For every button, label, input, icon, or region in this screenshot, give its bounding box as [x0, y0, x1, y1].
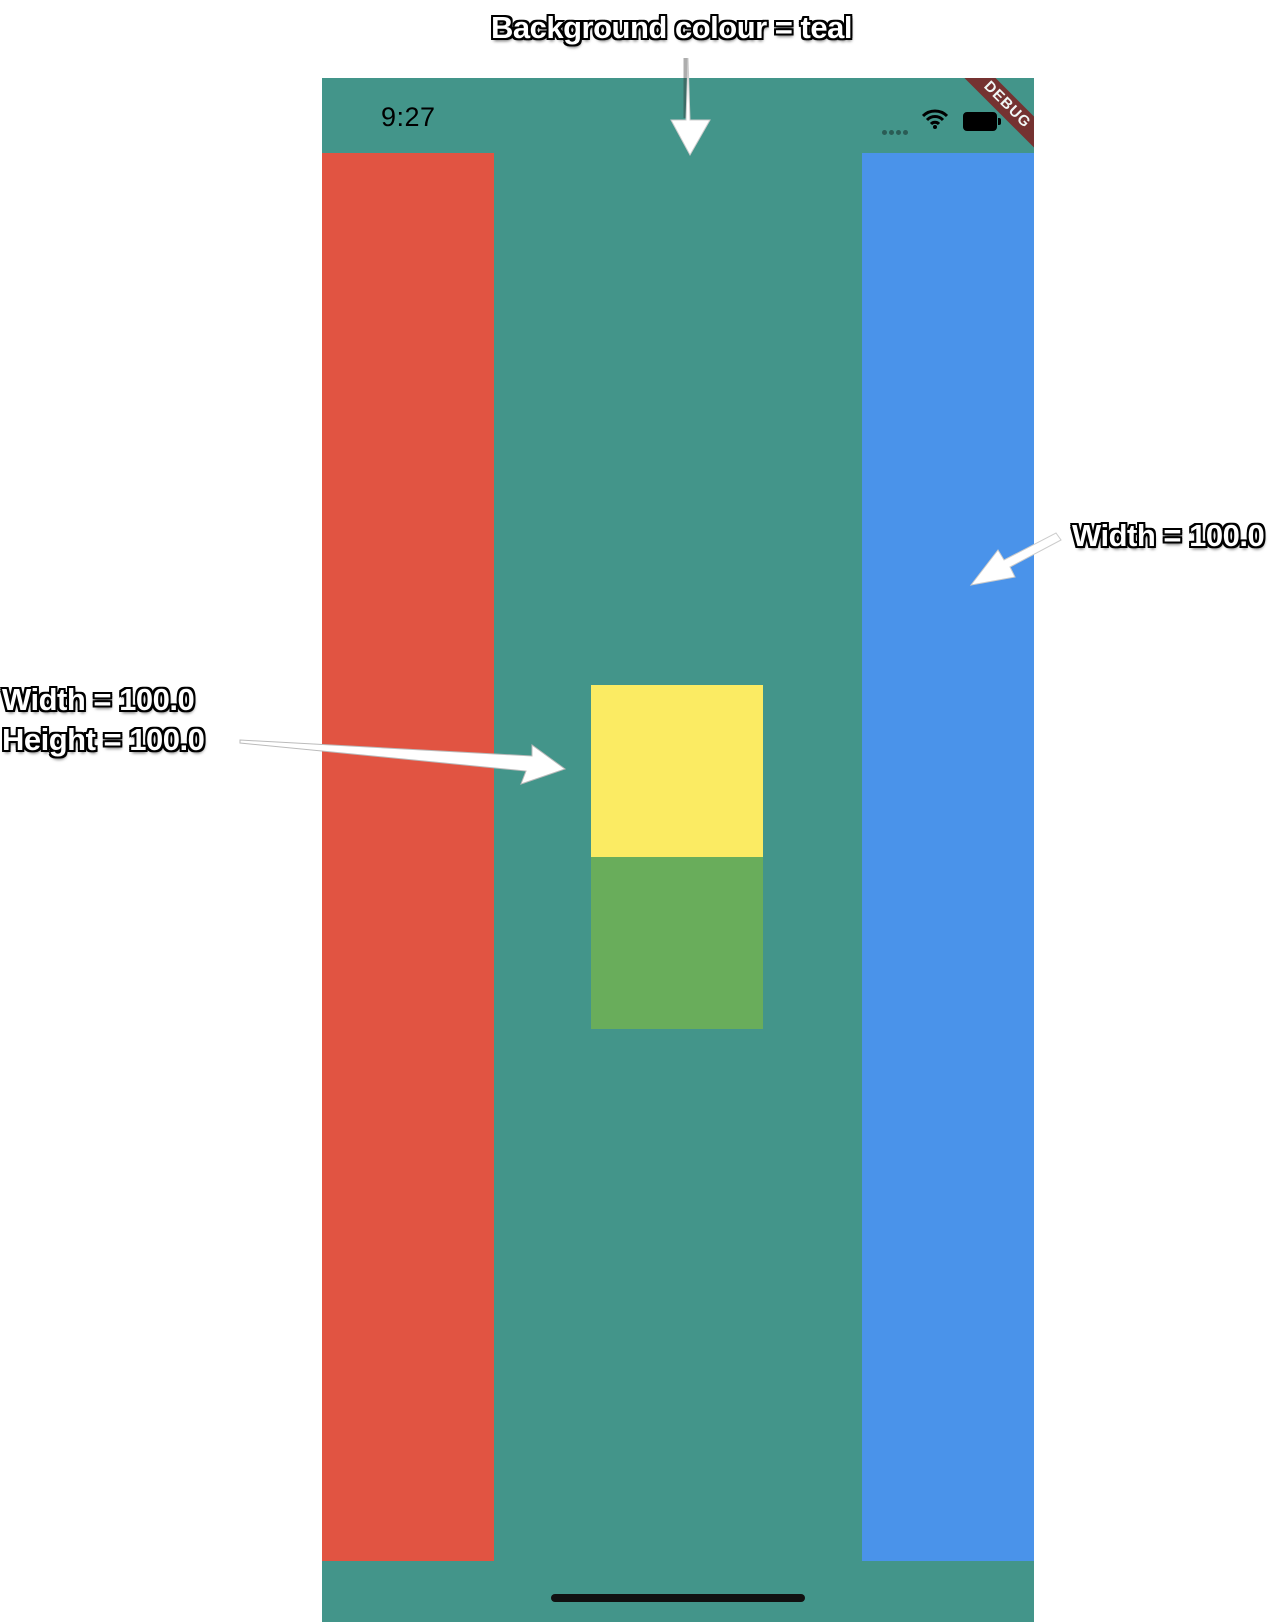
- annotation-arrows: [239, 57, 1062, 785]
- right-width-arrow: [969, 532, 1062, 586]
- background-arrow: [670, 57, 711, 157]
- left-dimension-arrow: [239, 739, 567, 785]
